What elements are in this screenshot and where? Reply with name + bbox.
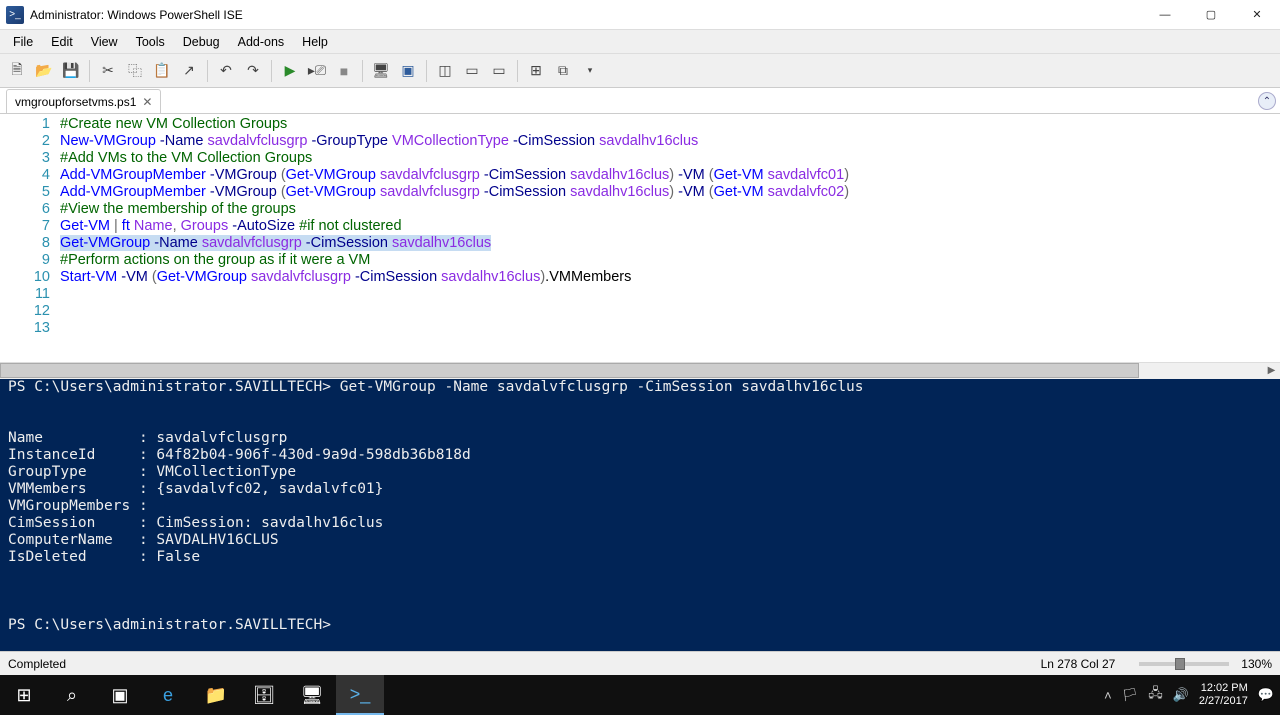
remote-icon[interactable]: 🖥 xyxy=(368,58,394,84)
search-icon[interactable]: ⌕ xyxy=(48,675,96,715)
server-manager-icon[interactable]: 🗄 xyxy=(240,675,288,715)
titlebar: >_ Administrator: Windows PowerShell ISE… xyxy=(0,0,1280,30)
task-view-icon[interactable]: ▣ xyxy=(96,675,144,715)
explorer-icon[interactable]: 📁 xyxy=(192,675,240,715)
new-icon[interactable]: 🗎 xyxy=(4,58,30,84)
tab-close-icon[interactable]: ✕ xyxy=(142,95,152,109)
run-selection-icon[interactable]: ▸⎚ xyxy=(304,58,330,84)
app-icon: >_ xyxy=(6,6,24,24)
tab-script[interactable]: vmgroupforsetvms.ps1 ✕ xyxy=(6,89,161,113)
zoom-slider[interactable] xyxy=(1139,662,1229,666)
scrollbar-thumb[interactable] xyxy=(0,363,1139,378)
expand-script-icon[interactable]: ⌃ xyxy=(1258,92,1276,110)
command-addon-icon[interactable]: ⊞ xyxy=(523,58,549,84)
editor-hscrollbar[interactable]: ▶ xyxy=(0,362,1280,379)
menu-help[interactable]: Help xyxy=(293,33,337,51)
tray-sound-icon[interactable]: 🔊 xyxy=(1173,687,1189,703)
time: 12:02 PM xyxy=(1199,682,1248,695)
zoom-thumb[interactable] xyxy=(1175,658,1185,670)
show-command-icon[interactable]: ⧉ xyxy=(550,58,576,84)
stop-icon[interactable]: ■ xyxy=(331,58,357,84)
close-button[interactable]: ✕ xyxy=(1234,0,1280,30)
powershell-ise-icon[interactable]: >_ xyxy=(336,675,384,715)
redo-icon[interactable]: ↷ xyxy=(240,58,266,84)
menu-tools[interactable]: Tools xyxy=(127,33,174,51)
scroll-right-icon[interactable]: ▶ xyxy=(1263,363,1280,378)
clear-icon[interactable]: ↗ xyxy=(176,58,202,84)
save-icon[interactable]: 💾 xyxy=(58,58,84,84)
open-icon[interactable]: 📂 xyxy=(31,58,57,84)
tray-flag-icon[interactable]: 🏳 xyxy=(1122,687,1139,703)
panel2-icon[interactable]: ▭ xyxy=(459,58,485,84)
notifications-icon[interactable]: 💬 xyxy=(1258,687,1274,703)
window-title: Administrator: Windows PowerShell ISE xyxy=(30,8,1142,22)
minimize-button[interactable]: ― xyxy=(1142,0,1188,30)
menu-view[interactable]: View xyxy=(82,33,127,51)
tray-network-icon[interactable]: 🖧 xyxy=(1148,684,1163,706)
panel3-icon[interactable]: ▭ xyxy=(486,58,512,84)
tab-name: vmgroupforsetvms.ps1 xyxy=(15,95,136,109)
tray-up-icon[interactable]: ˄ xyxy=(1104,688,1112,703)
system-tray: ˄ 🏳 🖧 🔊 12:02 PM 2/27/2017 💬 xyxy=(1104,682,1280,708)
taskbar: ⊞ ⌕ ▣ e 📁 🗄 🖥 >_ ˄ 🏳 🖧 🔊 12:02 PM 2/27/2… xyxy=(0,675,1280,715)
toolbar: 🗎 📂 💾 ✂ ⿻ 📋 ↗ ↶ ↷ ▶ ▸⎚ ■ 🖥 ▣ ◫ ▭ ▭ ⊞ ⧉ ▾ xyxy=(0,54,1280,88)
copy-icon[interactable]: ⿻ xyxy=(122,58,148,84)
menubar: File Edit View Tools Debug Add-ons Help xyxy=(0,30,1280,54)
start-button[interactable]: ⊞ xyxy=(0,675,48,715)
status-bar: Completed Ln 278 Col 27 130% xyxy=(0,651,1280,675)
ie-icon[interactable]: e xyxy=(144,675,192,715)
script-editor[interactable]: 12345678910111213 #Create new VM Collect… xyxy=(0,114,1280,362)
line-gutter: 12345678910111213 xyxy=(0,114,60,362)
paste-icon[interactable]: 📋 xyxy=(149,58,175,84)
menu-file[interactable]: File xyxy=(4,33,42,51)
toolbar-dropdown-icon[interactable]: ▾ xyxy=(577,58,603,84)
zoom-level: 130% xyxy=(1241,657,1272,671)
menu-edit[interactable]: Edit xyxy=(42,33,82,51)
hyperv-icon[interactable]: 🖥 xyxy=(288,675,336,715)
clock[interactable]: 12:02 PM 2/27/2017 xyxy=(1199,682,1248,708)
code-area[interactable]: #Create new VM Collection GroupsNew-VMGr… xyxy=(60,114,1280,362)
run-icon[interactable]: ▶ xyxy=(277,58,303,84)
menu-addons[interactable]: Add-ons xyxy=(229,33,294,51)
cut-icon[interactable]: ✂ xyxy=(95,58,121,84)
console-pane[interactable]: PS C:\Users\administrator.SAVILLTECH> Ge… xyxy=(0,379,1280,651)
menu-debug[interactable]: Debug xyxy=(174,33,229,51)
date: 2/27/2017 xyxy=(1199,695,1248,708)
powershell-icon[interactable]: ▣ xyxy=(395,58,421,84)
status-text: Completed xyxy=(8,657,1041,671)
window-buttons: ― ▢ ✕ xyxy=(1142,0,1280,30)
tab-bar: vmgroupforsetvms.ps1 ✕ ⌃ xyxy=(0,88,1280,114)
panel1-icon[interactable]: ◫ xyxy=(432,58,458,84)
maximize-button[interactable]: ▢ xyxy=(1188,0,1234,30)
cursor-position: Ln 278 Col 27 xyxy=(1041,657,1116,671)
undo-icon[interactable]: ↶ xyxy=(213,58,239,84)
